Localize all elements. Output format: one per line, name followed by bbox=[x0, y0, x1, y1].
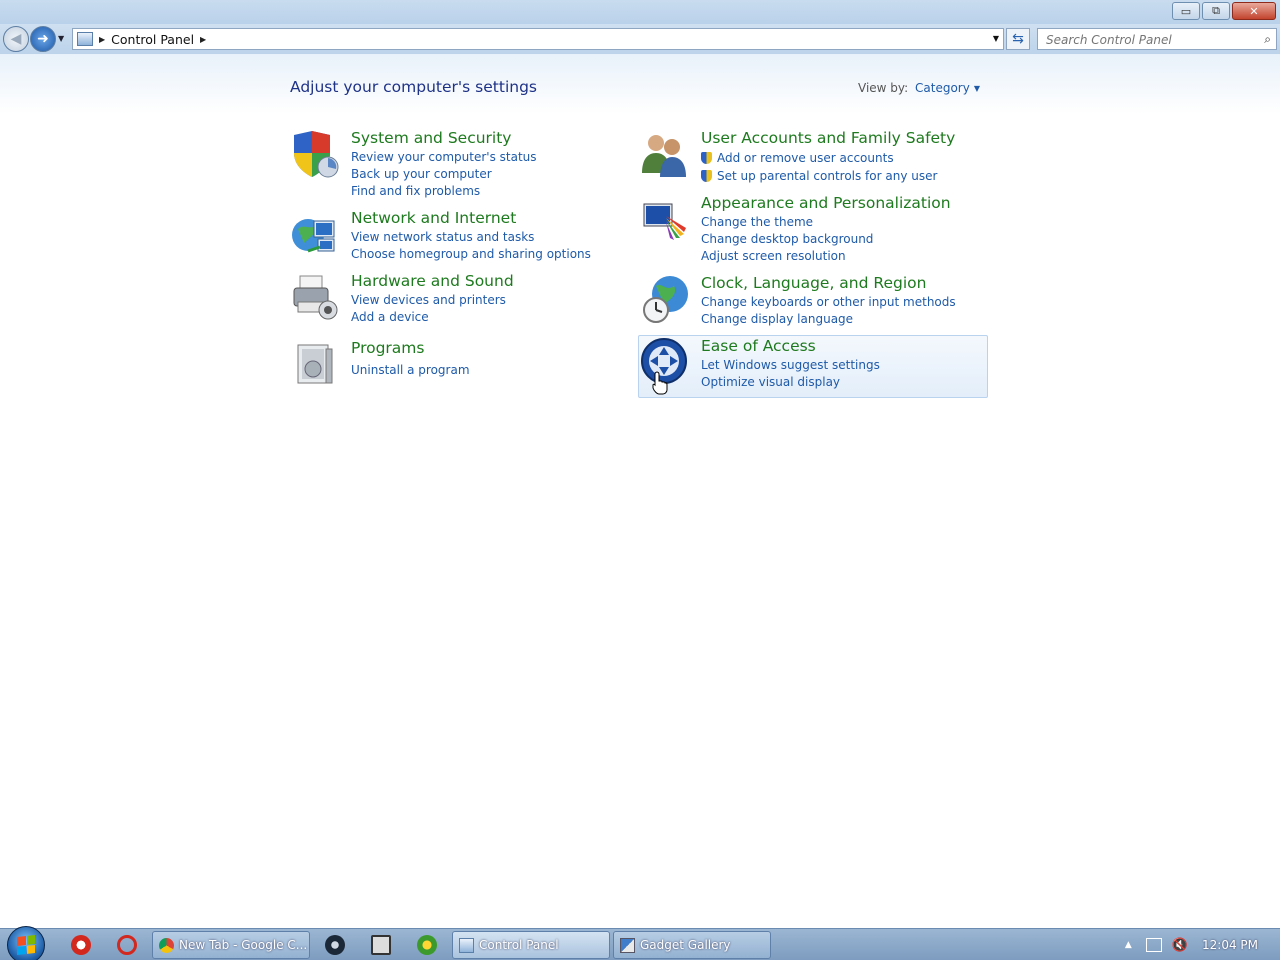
taskbar: New Tab - Google C... Control Panel Gadg… bbox=[0, 926, 1280, 960]
page-title: Adjust your computer's settings bbox=[290, 78, 537, 96]
back-button[interactable]: ◀ bbox=[3, 26, 29, 52]
category-link[interactable]: Add or remove user accounts bbox=[701, 149, 937, 167]
gadget-icon bbox=[620, 937, 635, 953]
category-title[interactable]: Ease of Access bbox=[701, 337, 816, 355]
control-panel-icon bbox=[77, 32, 93, 46]
category-link[interactable]: Change desktop background bbox=[701, 231, 873, 248]
minecraft-icon[interactable] bbox=[371, 935, 391, 955]
category-title[interactable]: User Accounts and Family Safety bbox=[701, 129, 955, 147]
category-title[interactable]: Appearance and Personalization bbox=[701, 194, 951, 212]
close-button[interactable]: ✕ bbox=[1232, 2, 1276, 20]
restore-button[interactable]: ⧉ bbox=[1202, 2, 1230, 20]
task-label: New Tab - Google C... bbox=[179, 938, 308, 952]
category-link[interactable]: Change display language bbox=[701, 311, 956, 328]
category-link[interactable]: Review your computer's status bbox=[351, 149, 537, 166]
printer-icon bbox=[293, 275, 338, 320]
navigation-bar: ◀ ➜ ▼ ▶ Control Panel ▶ ▼ ⇆ ⌕ bbox=[0, 24, 1280, 54]
breadcrumb-chevron-icon[interactable]: ▶ bbox=[200, 35, 206, 44]
category-link[interactable]: Choose homegroup and sharing options bbox=[351, 246, 591, 263]
opera-gx-icon[interactable] bbox=[117, 935, 137, 955]
control-panel-icon bbox=[459, 937, 474, 953]
volume-muted-icon[interactable]: 🔇 bbox=[1172, 938, 1188, 953]
category-link[interactable]: Add a device bbox=[351, 309, 506, 326]
programs-icon bbox=[297, 344, 333, 384]
category-link[interactable]: Back up your computer bbox=[351, 166, 537, 183]
category-link[interactable]: Change keyboards or other input methods bbox=[701, 294, 956, 311]
chrome-icon bbox=[159, 937, 174, 953]
app-icon[interactable] bbox=[417, 935, 437, 955]
search-icon[interactable]: ⌕ bbox=[1264, 32, 1271, 47]
category-link[interactable]: Optimize visual display bbox=[701, 374, 880, 391]
content-header-gradient bbox=[0, 54, 1280, 114]
show-hidden-icons-icon[interactable]: ▲ bbox=[1125, 940, 1132, 950]
task-label: Control Panel bbox=[479, 938, 559, 952]
steam-icon[interactable] bbox=[325, 935, 345, 955]
category-link[interactable]: Change the theme bbox=[701, 214, 873, 231]
refresh-button[interactable]: ⇆ bbox=[1006, 28, 1030, 50]
task-label: Gadget Gallery bbox=[640, 938, 731, 952]
taskbar-task[interactable]: Gadget Gallery bbox=[613, 931, 771, 959]
clock[interactable]: 12:04 PM bbox=[1202, 938, 1258, 952]
category-title[interactable]: Programs bbox=[351, 339, 424, 357]
users-icon bbox=[642, 135, 686, 177]
system-tray: ▲ 🔇 12:04 PM bbox=[1125, 929, 1280, 960]
address-dropdown-icon[interactable]: ▼ bbox=[993, 34, 999, 43]
search-box[interactable]: ⌕ bbox=[1037, 28, 1277, 50]
network-globe-icon bbox=[292, 219, 335, 253]
address-bar[interactable]: ▶ Control Panel ▶ ▼ bbox=[72, 28, 1004, 50]
view-by-dropdown[interactable]: Category ▼ bbox=[915, 81, 980, 95]
category-link[interactable]: View network status and tasks bbox=[351, 229, 591, 246]
category-link[interactable]: Adjust screen resolution bbox=[701, 248, 873, 265]
category-link[interactable]: Uninstall a program bbox=[351, 362, 470, 379]
breadcrumb-control-panel[interactable]: Control Panel bbox=[111, 32, 194, 47]
category-title[interactable]: Network and Internet bbox=[351, 209, 516, 227]
window-controls: ▭ ⧉ ✕ bbox=[1172, 2, 1276, 20]
shield-icon bbox=[294, 131, 339, 178]
category-title[interactable]: System and Security bbox=[351, 129, 511, 147]
windows-logo-icon bbox=[17, 935, 35, 955]
view-by-value: Category bbox=[915, 81, 970, 95]
breadcrumb-chevron-icon[interactable]: ▶ bbox=[99, 35, 105, 44]
category-link[interactable]: Find and fix problems bbox=[351, 183, 537, 200]
category-title[interactable]: Hardware and Sound bbox=[351, 272, 514, 290]
opera-icon[interactable] bbox=[71, 935, 91, 955]
start-button[interactable] bbox=[7, 926, 45, 960]
chevron-down-icon: ▼ bbox=[973, 84, 980, 93]
title-bar: ▭ ⧉ ✕ bbox=[0, 0, 1280, 24]
recent-pages-dropdown[interactable]: ▼ bbox=[58, 34, 64, 43]
hand-cursor-icon bbox=[652, 371, 668, 395]
category-link[interactable]: Let Windows suggest settings bbox=[701, 357, 880, 374]
category-link[interactable]: View devices and printers bbox=[351, 292, 506, 309]
taskbar-task[interactable]: New Tab - Google C... bbox=[152, 931, 310, 959]
category-link[interactable]: Set up parental controls for any user bbox=[701, 167, 937, 185]
category-title[interactable]: Clock, Language, and Region bbox=[701, 274, 926, 292]
network-icon[interactable] bbox=[1145, 938, 1162, 952]
search-input[interactable] bbox=[1038, 30, 1248, 50]
view-by-label: View by: bbox=[858, 81, 909, 95]
taskbar-task[interactable]: Control Panel bbox=[452, 931, 610, 959]
clock-globe-icon bbox=[643, 276, 688, 323]
monitor-palette-icon bbox=[643, 203, 686, 240]
minimize-button[interactable]: ▭ bbox=[1172, 2, 1200, 20]
forward-button[interactable]: ➜ bbox=[30, 26, 56, 52]
